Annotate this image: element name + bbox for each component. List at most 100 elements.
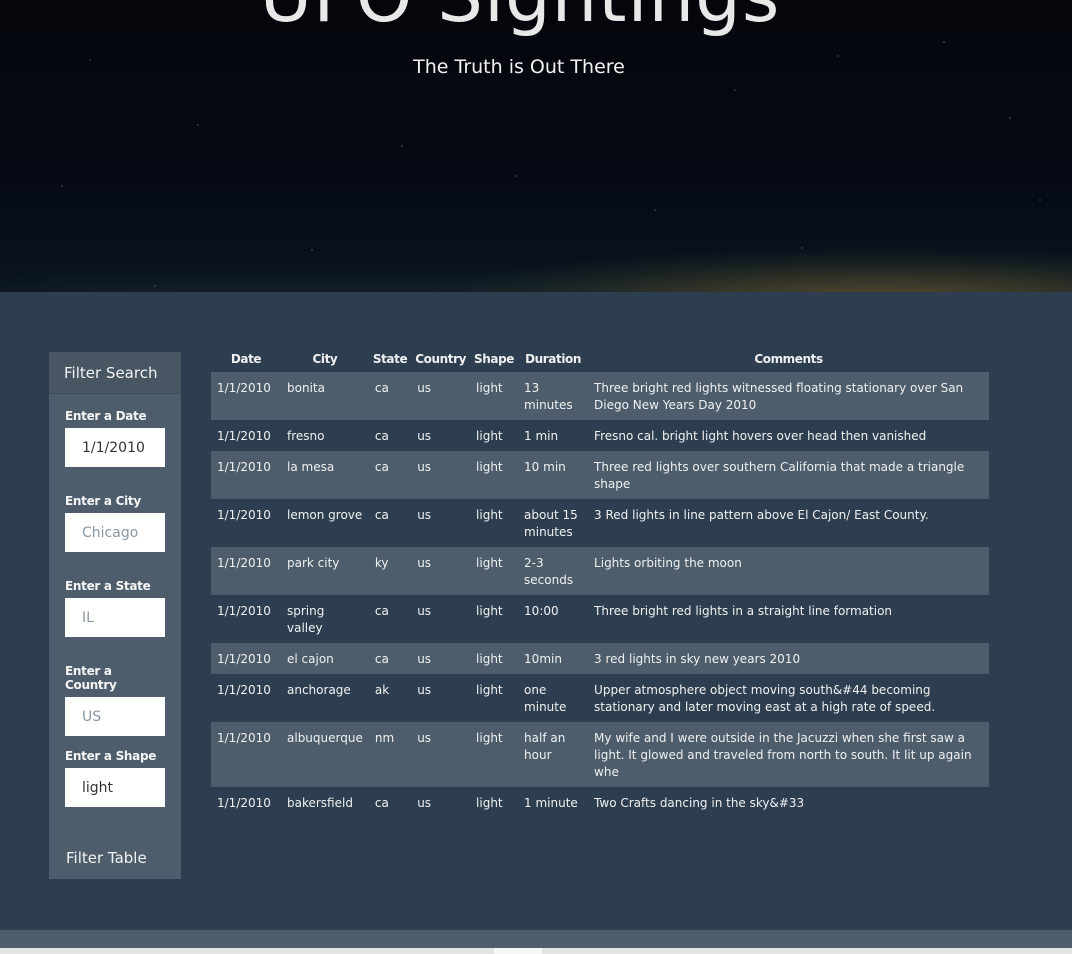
country-cell: us [417,381,432,395]
date-cell: 1/1/2010 [217,556,271,570]
shape-cell: light [476,508,503,522]
duration-cell: 10 min [524,460,566,474]
date-cell: 1/1/2010 [217,731,271,745]
page-title: UFO Sightings [0,0,1040,38]
shape-cell: light [476,683,503,697]
shape-filter-label: Enter a Shape [65,749,157,763]
country-cell: us [417,652,432,666]
duration-cell: 2-3 seconds [524,556,574,587]
city-input[interactable] [65,513,165,552]
column-header-shape: Shape [474,352,515,366]
date-cell: 1/1/2010 [217,460,271,474]
city-cell: fresno [287,429,325,443]
country-cell: us [417,460,432,474]
table-row: 1/1/2010 spring valley ca us light 10:00 Three… [211,595,989,643]
country-filter-label: Enter a Country [65,664,117,692]
page-subtitle: The Truth is Out There [413,56,625,78]
city-filter: Enter a City [65,494,165,552]
comments-cell: Three bright red lights in a straight li… [594,604,893,618]
duration-cell: half an hour [524,731,566,762]
shape-input[interactable] [65,768,165,807]
country-cell: us [417,604,432,618]
country-cell: us [417,429,432,443]
city-cell: el cajon [287,652,334,666]
table-body: 1/1/2010 bonita ca us light 13 minutes Three b… [211,372,989,818]
city-cell: bakersfield [287,796,353,810]
duration-cell: 1 min [524,429,559,443]
country-input[interactable] [65,697,165,736]
duration-cell: 10:00 [524,604,559,618]
filter-sidebar: Filter Search Enter a Date Enter a City … [49,352,181,879]
city-cell: anchorage [287,683,351,697]
city-cell: park city [287,556,340,570]
table-row: 1/1/2010 el cajon ca us light 10min 3 red ligh… [211,643,989,674]
duration-cell: 10min [524,652,562,666]
column-header-state: State [372,352,408,366]
comments-cell: 3 Red lights in line pattern above El Ca… [594,508,929,522]
comments-cell: Three bright red lights witnessed floati… [594,381,964,412]
sightings-table: Date City State Country Shape Duration C… [211,346,989,818]
column-header-comments: Comments [754,352,823,366]
country-cell: us [417,556,432,570]
state-filter: Enter a State [65,579,165,637]
table-row: 1/1/2010 bakersfield ca us light 1 minute Two … [211,787,989,818]
duration-cell: about 15 minutes [524,508,578,539]
date-cell: 1/1/2010 [217,381,271,395]
comments-cell: Three red lights over southern Californi… [594,460,965,491]
hero-banner: UFO Sightings The Truth is Out There [0,0,1072,292]
state-input[interactable] [65,598,165,637]
comments-cell: Upper atmosphere object moving south&#44… [594,683,936,714]
date-cell: 1/1/2010 [217,796,271,810]
state-cell: nm [374,731,395,745]
column-header-country: Country [415,352,467,366]
date-filter-label: Enter a Date [65,409,147,423]
duration-cell: 13 minutes [524,381,573,412]
state-cell: ky [374,556,389,570]
date-filter: Enter a Date [65,409,165,467]
shape-cell: light [476,652,503,666]
shape-cell: light [476,796,503,810]
table-row: 1/1/2010 bonita ca us light 13 minutes Three b… [211,372,989,420]
table-row: 1/1/2010 park city ky us light 2-3 seconds Lig… [211,547,989,595]
city-cell: albuquerque [287,731,363,745]
table-row: 1/1/2010 fresno ca us light 1 min Fresno cal. … [211,420,989,451]
country-cell: us [417,731,432,745]
table-row: 1/1/2010 albuquerque nm us light half an hour… [211,722,989,787]
comments-cell: Two Crafts dancing in the sky&#33 [594,796,805,810]
city-cell: spring valley [287,604,325,635]
state-cell: ca [374,796,389,810]
state-filter-label: Enter a State [65,579,151,593]
filter-table-button[interactable]: Filter Table [66,849,147,867]
table-row: 1/1/2010 anchorage ak us light one minute Uppe… [211,674,989,722]
table-header-row: Date City State Country Shape Duration C… [211,346,989,372]
comments-cell: 3 red lights in sky new years 2010 [594,652,801,666]
state-cell: ca [374,652,389,666]
country-filter: Enter a Country [65,664,165,736]
scrollbar-thumb[interactable] [494,948,542,954]
state-cell: ca [374,508,389,522]
table-row: 1/1/2010 lemon grove ca us light about 15 min… [211,499,989,547]
date-cell: 1/1/2010 [217,652,271,666]
shape-cell: light [476,460,503,474]
column-header-duration: Duration [525,352,582,366]
date-cell: 1/1/2010 [217,683,271,697]
column-header-city: City [312,352,338,366]
comments-cell: My wife and I were outside in the Jacuzz… [594,731,972,779]
country-cell: us [417,508,432,522]
duration-cell: one minute [524,683,567,714]
table-row: 1/1/2010 la mesa ca us light 10 min Three red … [211,451,989,499]
shape-cell: light [476,731,503,745]
footer-strip [0,930,1072,948]
date-cell: 1/1/2010 [217,604,271,618]
city-cell: lemon grove [287,508,363,522]
column-header-date: Date [230,352,262,366]
state-cell: ca [374,429,389,443]
shape-cell: light [476,429,503,443]
city-cell: la mesa [287,460,335,474]
city-filter-label: Enter a City [65,494,141,508]
state-cell: ak [374,683,390,697]
date-input[interactable] [65,428,165,467]
shape-cell: light [476,556,503,570]
city-cell: bonita [287,381,325,395]
comments-cell: Fresno cal. bright light hovers over hea… [594,429,927,443]
